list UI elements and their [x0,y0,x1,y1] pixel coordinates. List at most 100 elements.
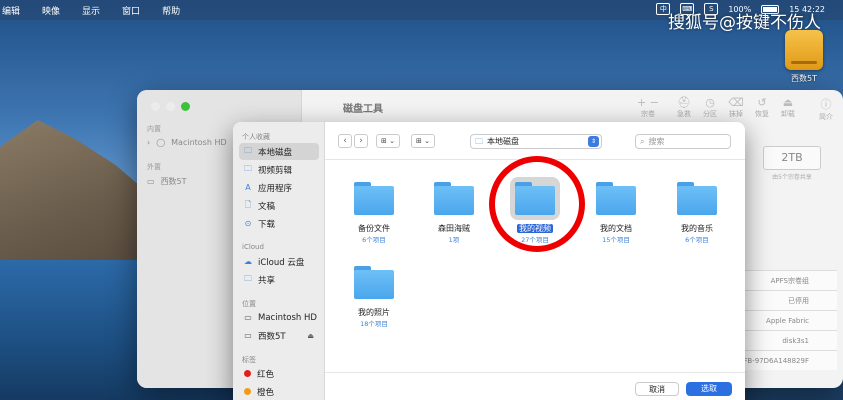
sidebar-item-downloads[interactable]: ⊙ 下载 [239,215,319,232]
sidebar-item-wd5t[interactable]: ▭ 西数5T ⏏ [239,327,319,344]
red-tag-dot-icon [244,370,251,377]
folder-icon [434,182,474,215]
menu-edit[interactable]: 编辑 [2,4,20,17]
toolbar-label: 恢复 [755,110,769,118]
folder-item-count: 18个项目 [360,320,388,328]
folder-moritakaizoku[interactable]: 森田海贼 1项 [421,182,487,244]
location-popup[interactable]: 🗀 本地磁盘 ⇕ [470,134,602,149]
group-icon: ⊞ [416,137,422,145]
unmount-icon: ⏏ [782,96,794,109]
toolbar-label: 简介 [819,113,833,121]
search-placeholder: 搜索 [648,137,665,146]
folder-name: 我的文档 [600,224,632,233]
sidebar-item-macintosh-hd[interactable]: › ◯ Macintosh HD [147,138,227,147]
sidebar-item-label: iCloud 云盘 [258,257,305,268]
shared-folder-icon: 🗀 [244,273,252,283]
sidebar-item-label: 视频剪辑 [258,165,293,176]
open-dialog: 个人收藏 🗀 本地磁盘 🗀 视频剪辑 A 应用程序 🗋 文稿 ⊙ 下载 iClo… [233,122,745,400]
sidebar-item-label: 西数5T [258,331,286,342]
choose-button[interactable]: 选取 [686,382,732,396]
applications-icon: A [245,183,251,192]
sidebar-tag-orange[interactable]: 橙色 [239,383,319,400]
sidebar-header-locations: 位置 [242,300,256,308]
forward-button[interactable]: › [354,134,368,148]
sidebar-header-tags: 标签 [242,356,256,364]
disk-utility-title: 磁盘工具 [343,104,383,115]
folder-item-count: 1项 [448,236,460,244]
folder-name: 森田海贼 [438,224,470,233]
zoom-button[interactable] [181,102,190,111]
menu-image[interactable]: 映像 [42,4,60,17]
sidebar-item-documents[interactable]: 🗋 文稿 [239,197,319,214]
toolbar-unmount[interactable]: ⏏ 卸载 [773,96,803,119]
toolbar-label: 抹掉 [729,110,743,118]
folder-icon [354,182,394,215]
sidebar-item-applications[interactable]: A 应用程序 [239,179,319,196]
sidebar-item-label: 西数5T [160,177,187,186]
folder-my-documents[interactable]: 我的文档 15个项目 [583,182,649,244]
eject-icon[interactable]: ⏏ [307,332,314,340]
close-button[interactable] [151,102,160,111]
disk-icon: ▭ [147,177,155,186]
sidebar-section-external: 外置 [147,163,161,171]
sidebar-item-label: 红色 [257,369,275,380]
folder-my-music[interactable]: 我的音乐 6个项目 [664,182,730,244]
minimize-button[interactable] [166,102,175,111]
disk-icon: ◯ [156,138,166,147]
hard-drive-icon: ▭ [244,331,252,340]
folder-icon: 🗀 [475,137,483,146]
folder-item-count: 15个项目 [602,236,630,244]
toolbar-label: 宗卷 [641,110,655,118]
hard-drive-icon: ▭ [244,313,252,322]
sidebar-item-label: 文稿 [258,201,276,212]
toolbar-label: 卸载 [781,110,795,118]
group-button[interactable]: ⊞ ⌄ [411,134,435,148]
sidebar-item-shared[interactable]: 🗀 共享 [239,271,319,288]
capacity-value: 2TB [763,146,821,170]
dialog-sidebar: 个人收藏 🗀 本地磁盘 🗀 视频剪辑 A 应用程序 🗋 文稿 ⊙ 下载 iClo… [233,122,325,400]
toolbar-info[interactable]: ⓘ 简介 [811,96,841,122]
back-button[interactable]: ‹ [338,134,352,148]
document-icon: 🗋 [244,199,252,209]
grid-view-icon: ⊞ [381,137,387,145]
sidebar-item-label: 下载 [258,219,276,230]
menu-window[interactable]: 窗口 [122,4,140,17]
info-icon: ⓘ [820,98,832,111]
sidebar-item-icloud-drive[interactable]: ☁ iCloud 云盘 [239,253,319,270]
sidebar-item-label: 本地磁盘 [258,147,293,158]
folder-name: 我的音乐 [681,224,713,233]
up-down-chevron-icon: ⇕ [588,136,599,147]
dialog-footer: 取消 选取 [325,372,745,400]
folder-name: 备份文件 [358,224,390,233]
sidebar-item-macintosh-hd[interactable]: ▭ Macintosh HD [239,309,319,326]
sidebar-item-label: Macintosh HD [171,138,227,147]
toolbar-volume[interactable]: + − 宗卷 [633,96,663,119]
external-disk-icon[interactable] [785,30,823,70]
orange-tag-dot-icon [244,388,251,395]
folder-my-photos[interactable]: 我的照片 18个项目 [341,266,407,328]
folder-name: 我的照片 [358,308,390,317]
sidebar-item-video-editing[interactable]: 🗀 视频剪辑 [239,161,319,178]
sidebar-item-wd5t[interactable]: ▭ 西数5T [147,176,187,187]
folder-backup[interactable]: 备份文件 6个项目 [341,182,407,244]
sidebar-item-label: 共享 [258,275,276,286]
cancel-button[interactable]: 取消 [635,382,679,396]
sidebar-tag-red[interactable]: 红色 [239,365,319,382]
folder-icon: 🗀 [244,145,252,155]
folder-icon [677,182,717,215]
highlight-circle-annotation [489,156,585,252]
search-field[interactable]: ⌕ 搜索 [635,134,731,149]
sidebar-item-label: 橙色 [257,387,275,398]
menu-help[interactable]: 帮助 [162,4,180,17]
menu-view[interactable]: 显示 [82,4,100,17]
folder-icon [596,182,636,215]
toolbar-label: 分区 [703,110,717,118]
folder-icon: 🗀 [244,163,252,173]
folder-icon [354,266,394,299]
cloud-icon: ☁ [244,257,252,266]
view-mode-button[interactable]: ⊞ ⌄ [376,134,400,148]
download-icon: ⊙ [244,219,252,228]
sidebar-item-local-disk[interactable]: 🗀 本地磁盘 [239,143,319,160]
folder-item-count: 6个项目 [685,236,709,244]
sidebar-header-icloud: iCloud [242,243,264,251]
